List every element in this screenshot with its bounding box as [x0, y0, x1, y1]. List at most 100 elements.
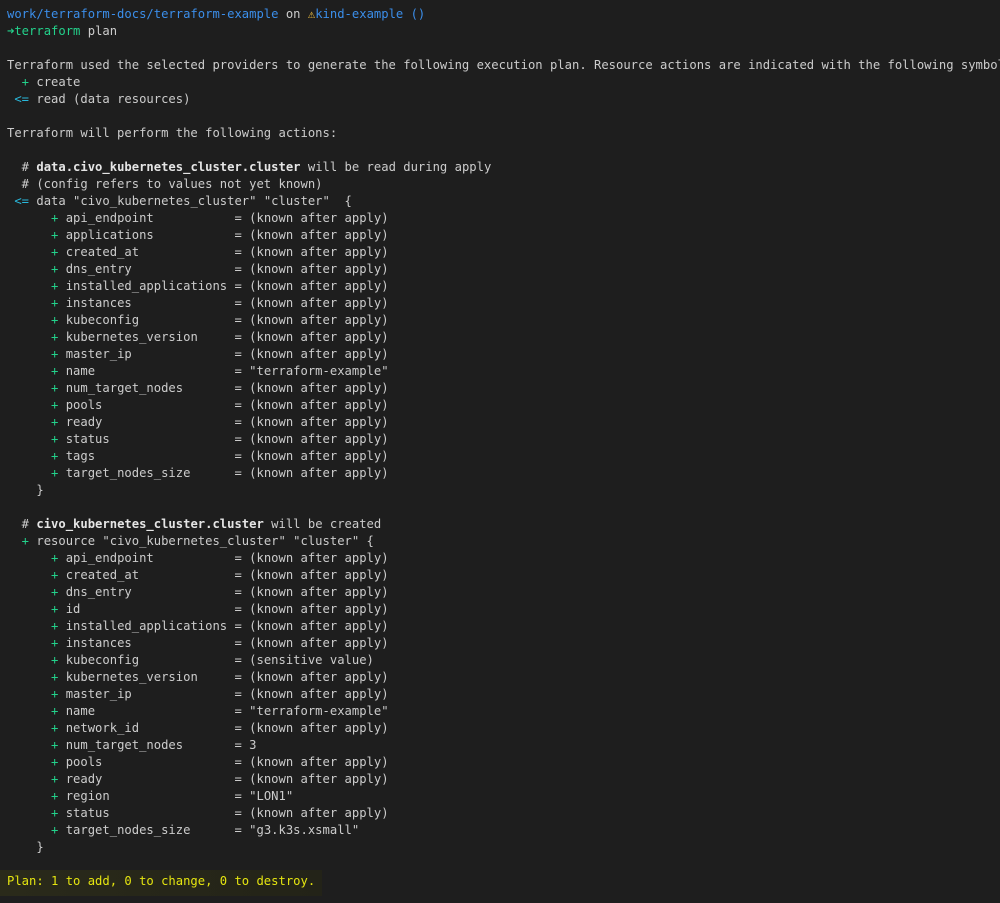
- read-label: read (data resources): [36, 92, 191, 106]
- add-symbol: +: [7, 653, 66, 667]
- data-block-comment-2: # (config refers to values not yet known…: [7, 177, 323, 191]
- attribute-key: region: [65, 789, 110, 803]
- attribute-key: name: [65, 704, 96, 718]
- attribute-value: "g3.k3s.xsmall": [249, 823, 360, 837]
- add-symbol: +: [7, 551, 66, 565]
- equals-sign: =: [234, 296, 250, 310]
- attribute-key: master_ip: [65, 347, 132, 361]
- add-symbol: +: [7, 568, 66, 582]
- attribute-key: num_target_nodes: [65, 738, 184, 752]
- resource-block-comment: # civo_kubernetes_cluster.cluster will b…: [7, 516, 382, 533]
- add-symbol: +: [7, 347, 66, 361]
- legend-create: + create: [7, 74, 81, 91]
- attribute-row: + region = "LON1": [7, 788, 293, 805]
- attribute-value: (known after apply): [249, 279, 389, 293]
- add-symbol: +: [7, 296, 66, 310]
- attribute-row: + kubeconfig = (known after apply): [7, 312, 389, 329]
- attribute-row: + network_id = (known after apply): [7, 720, 389, 737]
- add-symbol: +: [7, 211, 66, 225]
- command-text: plan: [80, 24, 118, 38]
- intro-text: Terraform used the selected providers to…: [7, 58, 1000, 72]
- command-prefix: terraform: [14, 24, 81, 38]
- equals-sign: =: [234, 653, 250, 667]
- attribute-key: id: [65, 602, 81, 616]
- attribute-key: installed_applications: [65, 619, 228, 633]
- equals-sign: =: [234, 262, 250, 276]
- equals-sign: =: [234, 432, 250, 446]
- add-symbol: +: [7, 670, 66, 684]
- attribute-key: status: [65, 806, 110, 820]
- legend-read: <= read (data resources): [7, 91, 190, 108]
- equals-sign: =: [234, 704, 250, 718]
- data-block-decl: <= data "civo_kubernetes_cluster" "clust…: [7, 193, 352, 210]
- attribute-value: (known after apply): [249, 687, 389, 701]
- attribute-key: network_id: [65, 721, 140, 735]
- command-line[interactable]: ➜terraform plan: [7, 23, 117, 40]
- data-resource-name: data.civo_kubernetes_cluster.cluster: [36, 160, 301, 174]
- attribute-row: + id = (known after apply): [7, 601, 389, 618]
- attribute-key: created_at: [65, 245, 140, 259]
- add-symbol: +: [7, 772, 66, 786]
- equals-sign: =: [234, 806, 250, 820]
- equals-sign: =: [234, 381, 250, 395]
- add-symbol: +: [7, 432, 66, 446]
- attribute-value: (known after apply): [249, 585, 389, 599]
- attribute-row: + created_at = (known after apply): [7, 244, 389, 261]
- attribute-value: (known after apply): [249, 449, 389, 463]
- attribute-key: ready: [65, 772, 103, 786]
- terminal-window: work/terraform-docs/terraform-example on…: [0, 0, 1000, 903]
- attribute-row: + api_endpoint = (known after apply): [7, 550, 389, 567]
- equals-sign: =: [234, 313, 250, 327]
- data-block-comment: # data.civo_kubernetes_cluster.cluster w…: [7, 159, 492, 176]
- resource-decl-text: resource "civo_kubernetes_cluster" "clus…: [36, 534, 374, 548]
- attribute-value: "terraform-example": [249, 704, 389, 718]
- equals-sign: =: [234, 585, 250, 599]
- attribute-value: (known after apply): [249, 670, 389, 684]
- attribute-value: (known after apply): [249, 347, 389, 361]
- comment-suffix: will be created: [263, 517, 382, 531]
- add-symbol: +: [7, 415, 66, 429]
- attribute-value: (known after apply): [249, 211, 389, 225]
- attribute-row: + created_at = (known after apply): [7, 567, 389, 584]
- attribute-value: 3: [249, 738, 257, 752]
- attribute-row: + instances = (known after apply): [7, 295, 389, 312]
- attribute-key: num_target_nodes: [65, 381, 184, 395]
- equals-sign: =: [234, 364, 250, 378]
- attribute-row: + name = "terraform-example": [7, 363, 389, 380]
- attribute-row: + master_ip = (known after apply): [7, 346, 389, 363]
- attribute-key: created_at: [65, 568, 140, 582]
- attribute-row: + installed_applications = (known after a…: [7, 618, 389, 635]
- add-symbol: +: [7, 330, 66, 344]
- add-symbol: +: [7, 636, 66, 650]
- add-symbol: +: [7, 721, 66, 735]
- read-symbol: <=: [7, 92, 37, 106]
- add-symbol: +: [7, 738, 66, 752]
- equals-sign: =: [234, 245, 250, 259]
- plan-summary: Plan: 1 to add, 0 to change, 0 to destro…: [7, 874, 316, 888]
- attribute-row: + installed_applications = (known after a…: [7, 278, 389, 295]
- attribute-key: dns_entry: [65, 585, 132, 599]
- resource-block-close: }: [7, 840, 44, 854]
- add-symbol: +: [7, 789, 66, 803]
- attribute-row: + name = "terraform-example": [7, 703, 389, 720]
- add-symbol: +: [7, 313, 66, 327]
- attribute-value: (known after apply): [249, 466, 389, 480]
- attribute-key: applications: [65, 228, 154, 242]
- attribute-key: kubernetes_version: [65, 670, 198, 684]
- equals-sign: =: [234, 636, 250, 650]
- attribute-key: dns_entry: [65, 262, 132, 276]
- attribute-key: api_endpoint: [65, 551, 154, 565]
- attribute-value: (known after apply): [249, 245, 389, 259]
- attribute-key: kubeconfig: [65, 653, 140, 667]
- equals-sign: =: [234, 279, 250, 293]
- prompt-on: on: [278, 7, 308, 21]
- attribute-row: + kubernetes_version = (known after apply…: [7, 669, 389, 686]
- add-symbol: +: [7, 585, 66, 599]
- create-label: create: [36, 75, 81, 89]
- attribute-key: pools: [65, 755, 103, 769]
- equals-sign: =: [234, 398, 250, 412]
- attribute-value: "terraform-example": [249, 364, 389, 378]
- attribute-value: (known after apply): [249, 262, 389, 276]
- attribute-value: (known after apply): [249, 772, 389, 786]
- attribute-value: (known after apply): [249, 602, 389, 616]
